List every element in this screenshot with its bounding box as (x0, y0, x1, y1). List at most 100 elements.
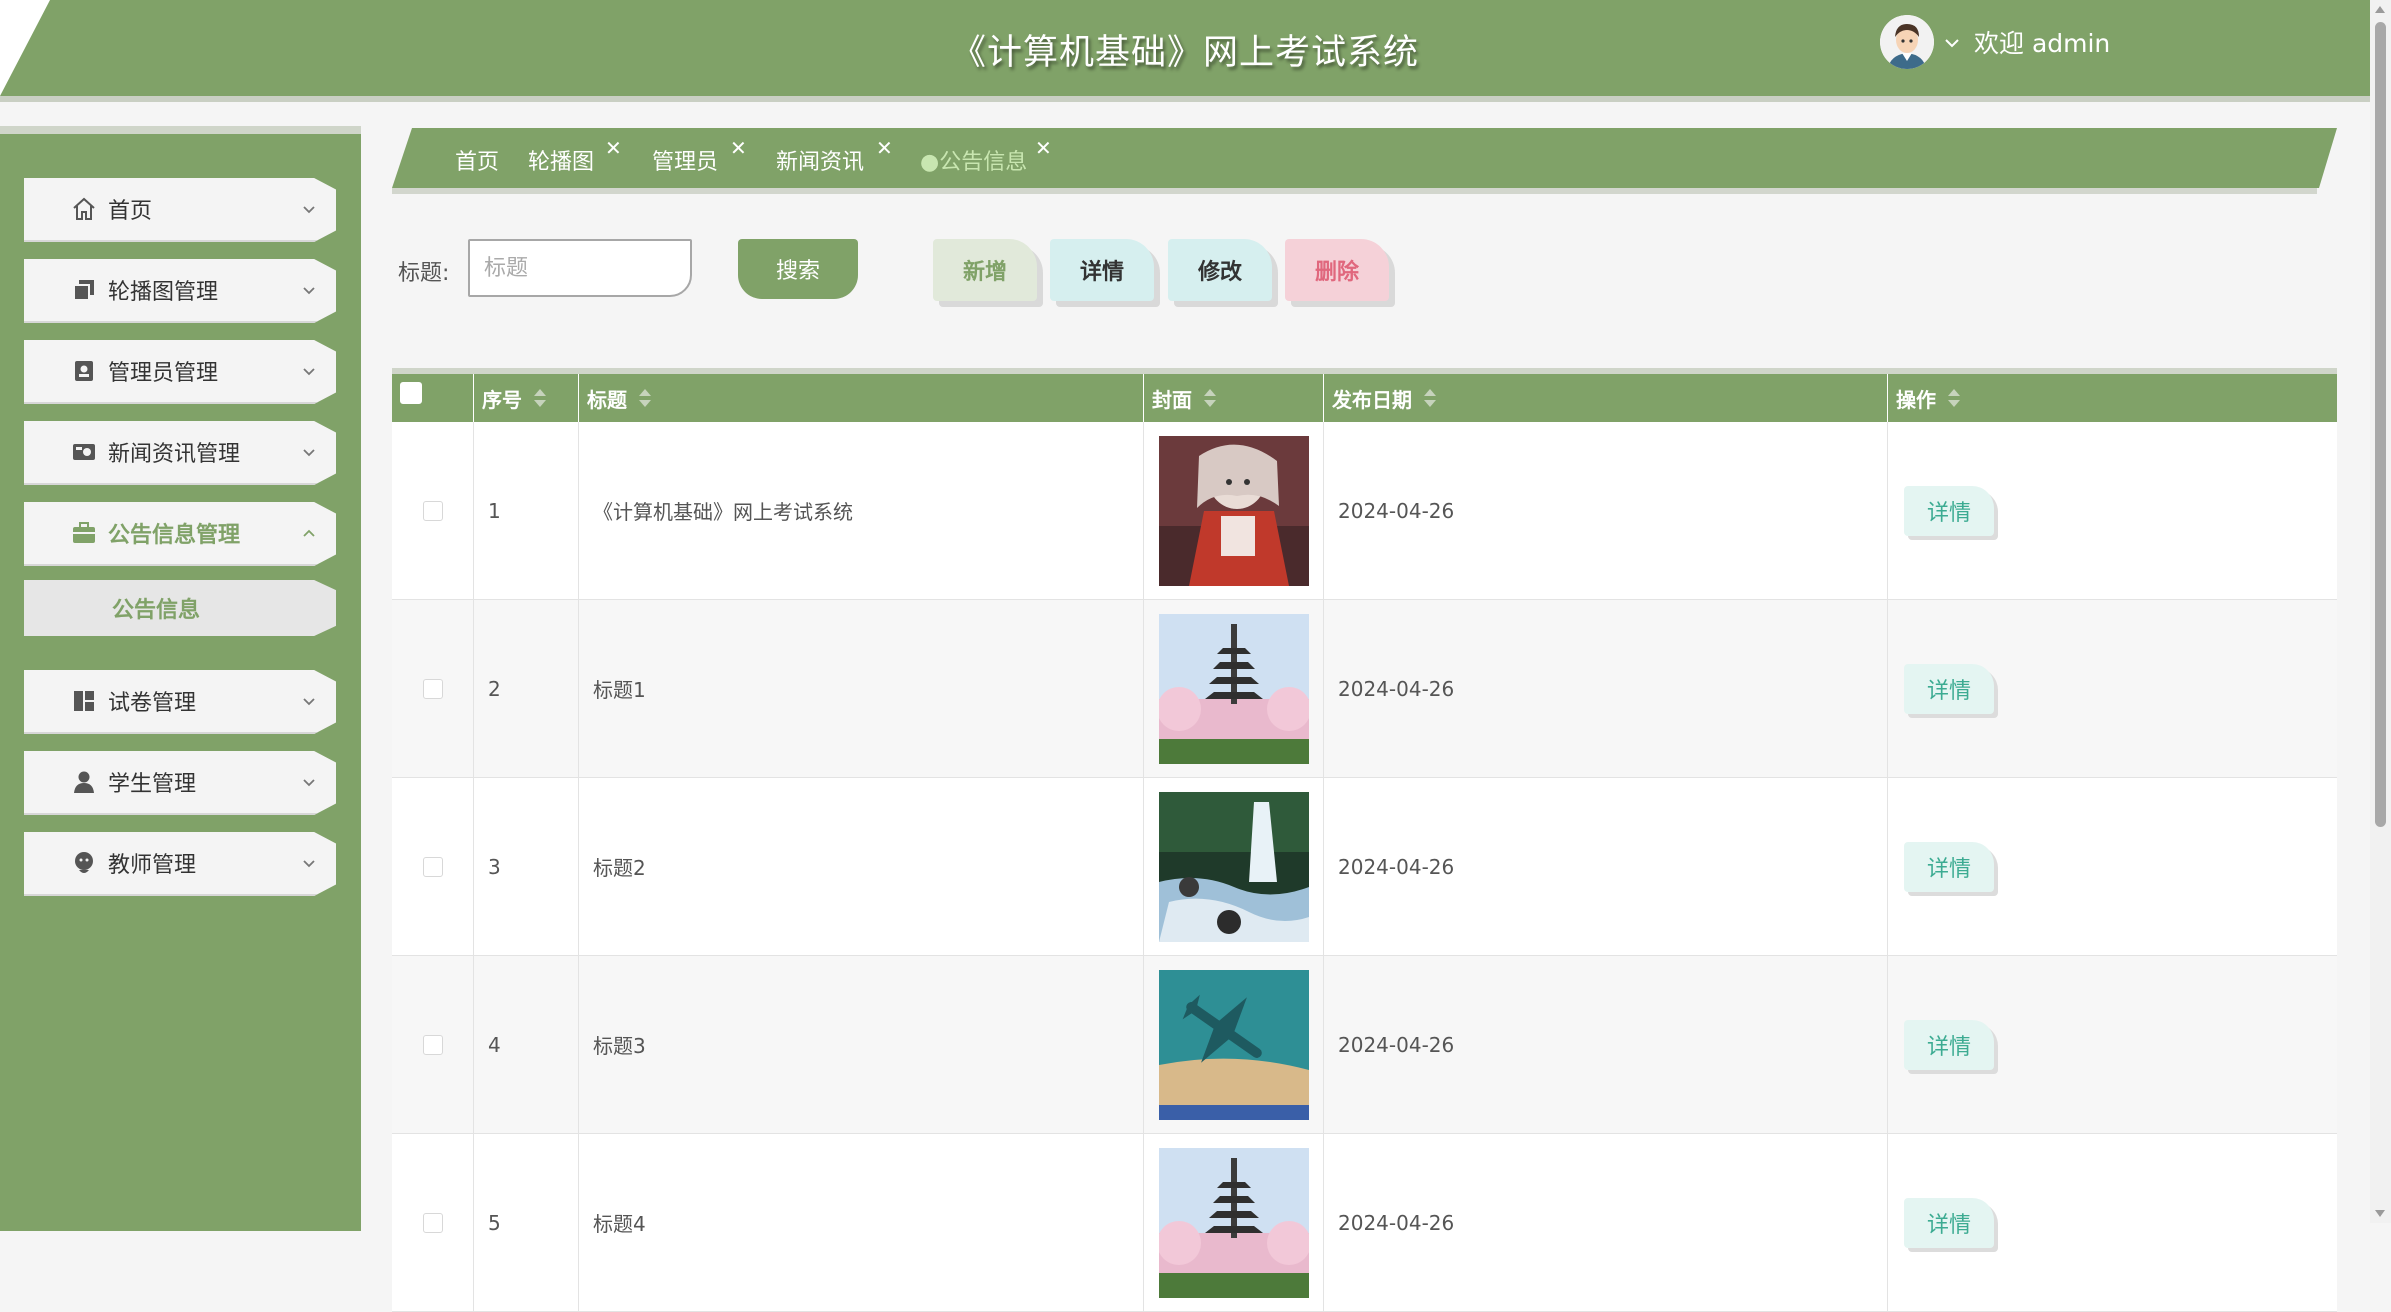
sort-icon[interactable] (1204, 388, 1216, 408)
chevron-up-icon (303, 529, 315, 537)
row-date-cell: 2024-04-26 (1324, 956, 1888, 1133)
welcome-text: 欢迎 admin (1974, 29, 2111, 58)
tab-notice-active[interactable]: ●公告信息 (920, 144, 1027, 176)
tab-admin[interactable]: 管理员 (652, 144, 718, 176)
chevron-down-icon (303, 698, 315, 706)
table-row[interactable]: 4 标题3 2024-04-26 详情 (392, 956, 2337, 1134)
avatar[interactable] (1880, 15, 1934, 69)
column-header-label: 标题 (587, 387, 627, 412)
sort-icon[interactable] (639, 388, 651, 408)
add-button[interactable]: 新增 (933, 239, 1037, 301)
detail-button[interactable]: 详情 (1050, 239, 1154, 301)
column-header-action[interactable]: 操作 (1888, 374, 2337, 422)
row-action-cell: 详情 (1888, 956, 2337, 1133)
close-icon[interactable]: ✕ (605, 136, 622, 160)
column-header-label: 操作 (1896, 387, 1936, 412)
chevron-down-icon (303, 449, 315, 457)
tab-home[interactable]: 首页 (455, 144, 499, 176)
row-date-cell: 2024-04-26 (1324, 778, 1888, 955)
sidebar-item-admin[interactable]: 管理员管理 (24, 340, 336, 404)
student-icon (70, 768, 98, 796)
tab-news[interactable]: 新闻资讯 (776, 144, 864, 176)
pagoda-cherry-image[interactable] (1158, 613, 1309, 764)
select-all-cell (392, 374, 474, 422)
scrollbar-thumb[interactable] (2375, 22, 2386, 827)
table-row[interactable]: 5 标题4 2024-04-26 详情 (392, 1134, 2337, 1312)
sidebar-item-label: 新闻资讯管理 (108, 442, 241, 467)
table-row[interactable]: 2 标题1 2024-04-26 详情 (392, 600, 2337, 778)
delete-button[interactable]: 删除 (1285, 239, 1389, 301)
chevron-down-icon (303, 779, 315, 787)
user-menu[interactable]: 欢迎 admin (1880, 14, 2110, 70)
sidebar-item-carousel[interactable]: 轮播图管理 (24, 259, 336, 323)
row-date-cell: 2024-04-26 (1324, 422, 1888, 599)
sidebar-item-paper[interactable]: 试卷管理 (24, 670, 336, 734)
column-header-cover[interactable]: 封面 (1144, 374, 1324, 422)
sidebar-item-news[interactable]: 新闻资讯管理 (24, 421, 336, 485)
column-header-no[interactable]: 序号 (474, 374, 579, 422)
search-title-label: 标题: (398, 261, 450, 286)
scroll-up-icon[interactable] (2375, 6, 2385, 13)
row-checkbox[interactable] (422, 1034, 443, 1055)
scroll-down-icon[interactable] (2375, 1210, 2385, 1217)
sort-icon[interactable] (1948, 388, 1960, 408)
row-title-cell: 标题2 (579, 778, 1144, 955)
row-no-cell: 1 (474, 422, 579, 599)
row-checkbox[interactable] (422, 856, 443, 877)
row-checkbox[interactable] (422, 678, 443, 699)
close-icon[interactable]: ✕ (876, 136, 893, 160)
tab-carousel[interactable]: 轮播图 (528, 144, 594, 176)
select-all-checkbox[interactable] (400, 382, 422, 404)
column-header-date[interactable]: 发布日期 (1324, 374, 1888, 422)
home-icon (70, 195, 98, 223)
top-header: 《计算机基础》网上考试系统 欢迎 admin (0, 0, 2370, 102)
sidebar-subitem-label: 公告信息 (111, 598, 200, 623)
row-no-cell: 3 (474, 778, 579, 955)
row-action-cell: 详情 (1888, 600, 2337, 777)
column-header-title[interactable]: 标题 (579, 374, 1144, 422)
edit-button[interactable]: 修改 (1168, 239, 1272, 301)
row-detail-button[interactable]: 详情 (1904, 485, 1994, 536)
chevron-down-icon (303, 287, 315, 295)
table-row[interactable]: 1 《计算机基础》网上考试系统 2024-04-26 详情 (392, 422, 2337, 600)
chevron-down-icon (303, 860, 315, 868)
waterfall-image[interactable] (1158, 791, 1309, 942)
page-scrollbar[interactable] (2370, 0, 2391, 1223)
row-select-cell (392, 956, 474, 1133)
column-header-label: 序号 (482, 387, 522, 412)
airplane-beach-image[interactable] (1158, 969, 1309, 1120)
row-cover-cell (1144, 422, 1324, 599)
row-title-cell: 标题1 (579, 600, 1144, 777)
search-button[interactable]: 搜索 (738, 239, 858, 299)
close-icon[interactable]: ✕ (1035, 136, 1052, 160)
row-title-cell: 《计算机基础》网上考试系统 (579, 422, 1144, 599)
sidebar-item-label: 教师管理 (108, 853, 197, 878)
row-detail-button[interactable]: 详情 (1904, 1019, 1994, 1070)
row-detail-button[interactable]: 详情 (1904, 663, 1994, 714)
sidebar-item-label: 学生管理 (108, 772, 197, 797)
anime-girl-image[interactable] (1158, 435, 1309, 586)
sidebar-item-teacher[interactable]: 教师管理 (24, 832, 336, 896)
row-action-cell: 详情 (1888, 422, 2337, 599)
search-title-input[interactable] (468, 239, 692, 297)
sort-icon[interactable] (534, 388, 546, 408)
news-icon (70, 438, 98, 466)
sidebar-item-home[interactable]: 首页 (24, 178, 336, 242)
chevron-down-icon (303, 206, 315, 214)
admin-icon (70, 357, 98, 385)
close-icon[interactable]: ✕ (730, 136, 747, 160)
row-detail-button[interactable]: 详情 (1904, 841, 1994, 892)
sort-icon[interactable] (1424, 388, 1436, 408)
user-avatar-icon (1880, 15, 1934, 69)
chevron-down-icon[interactable] (1944, 33, 1960, 52)
sidebar-item-student[interactable]: 学生管理 (24, 751, 336, 815)
row-select-cell (392, 422, 474, 599)
sidebar-subitem-notice-info[interactable]: 公告信息 (24, 580, 336, 636)
row-cover-cell (1144, 600, 1324, 777)
sidebar-item-label: 管理员管理 (108, 361, 219, 386)
table-row[interactable]: 3 标题2 2024-04-26 详情 (392, 778, 2337, 956)
sidebar-item-label: 首页 (108, 199, 153, 224)
sidebar: 首页 轮播图管理 管理员管理 新闻资讯管理 公告信息管理 公告信息 试卷管理 学… (0, 126, 361, 1231)
sidebar-item-notice[interactable]: 公告信息管理 (24, 502, 336, 566)
row-checkbox[interactable] (422, 500, 443, 521)
